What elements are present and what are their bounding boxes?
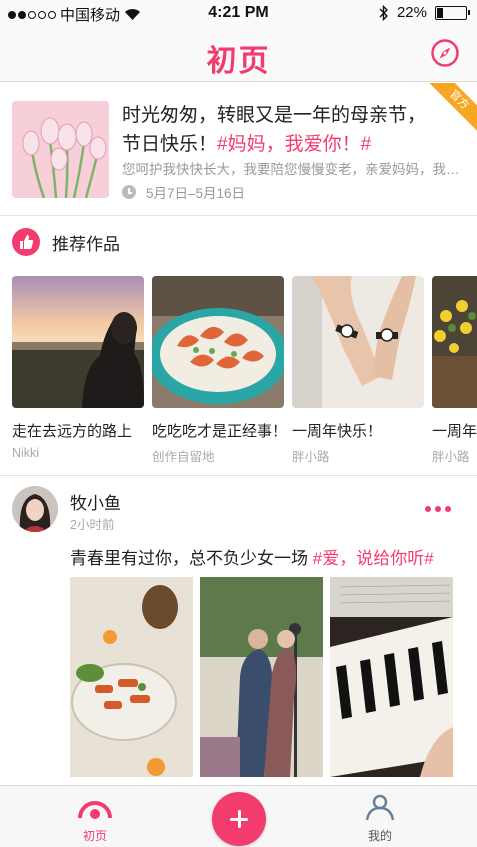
- tab-me-label: 我的: [367, 829, 392, 843]
- tab-home-label: 初页: [82, 829, 107, 843]
- nav-bar: 初页: [0, 26, 477, 82]
- post-time: 2小时前: [70, 518, 115, 532]
- create-button[interactable]: [212, 792, 266, 846]
- tab-home[interactable]: 初页: [55, 794, 135, 844]
- more-options-icon[interactable]: [425, 506, 451, 512]
- bluetooth-icon: [379, 4, 388, 21]
- app-title: 初页: [206, 44, 271, 79]
- home-tab-icon: [78, 801, 112, 819]
- user-icon: [365, 794, 395, 821]
- tab-me[interactable]: 我的: [340, 794, 420, 844]
- avatar[interactable]: [12, 486, 58, 532]
- recommended-item[interactable]: 走在去远方的路上 Nikki: [12, 276, 144, 460]
- recommended-caption: 一周年快乐！: [292, 423, 383, 440]
- battery-icon: [435, 5, 470, 20]
- post-hashtag[interactable]: #爱，说给你听#: [313, 549, 434, 568]
- recommended-author[interactable]: 胖小路: [292, 446, 424, 465]
- post-username[interactable]: 牧小鱼: [70, 489, 121, 514]
- recommended-caption: 走在去远方的路上: [12, 423, 133, 440]
- recommended-author[interactable]: 胖小路: [432, 446, 477, 465]
- featured-date-row: 5月7日–5月16日: [122, 182, 245, 202]
- recommended-list[interactable]: 走在去远方的路上 Nikki 吃吃吃才是正经事！ 创作自留地 一周年快乐！ 胖小…: [12, 276, 477, 466]
- status-right: 22%: [379, 4, 470, 21]
- post-image-grid: [70, 577, 453, 777]
- holding-hands-image: [292, 276, 424, 408]
- featured-description: 您呵护我快快长大，我要陪您慢慢变老，亲爱妈妈，我…: [122, 162, 460, 177]
- post-image[interactable]: [200, 577, 323, 777]
- sunset-image: [12, 276, 144, 408]
- recommended-caption: 吃吃吃才是正经事！: [152, 423, 288, 440]
- post-text-plain: 青春里有过你，总不负少女一场: [70, 549, 313, 568]
- recommended-author[interactable]: Nikki: [12, 446, 144, 460]
- flowers-image: [432, 276, 477, 408]
- recommended-item[interactable]: 一周年 胖小路: [432, 276, 477, 465]
- post-image[interactable]: [70, 577, 193, 777]
- battery-percent: 22%: [396, 4, 427, 21]
- recommended-title: 推荐作品: [52, 234, 120, 254]
- compass-icon[interactable]: [430, 38, 460, 68]
- featured-event-card[interactable]: 时光匆匆，转眼又是一年的母亲节， 节日快乐！#妈妈，我爱你！# 您呵护我快快长大…: [0, 83, 477, 216]
- featured-hashtag[interactable]: #妈妈，我爱你！#: [217, 134, 371, 155]
- tulip-image: [12, 101, 109, 198]
- featured-title-line2: 节日快乐！#妈妈，我爱你！#: [122, 130, 462, 159]
- recommended-author[interactable]: 创作自留地: [152, 446, 284, 465]
- recommended-item[interactable]: 吃吃吃才是正经事！ 创作自留地: [152, 276, 288, 465]
- shrimp-dish-image: [152, 276, 284, 408]
- thumbs-up-icon: [12, 228, 40, 256]
- clock-icon: [122, 185, 136, 199]
- featured-title-line1: 时光匆匆，转眼又是一年的母亲节，: [122, 105, 427, 126]
- recommended-caption: 一周年: [432, 423, 477, 440]
- featured-title: 时光匆匆，转眼又是一年的母亲节， 节日快乐！#妈妈，我爱你！#: [122, 101, 462, 159]
- post-image[interactable]: [330, 577, 453, 777]
- featured-date-range: 5月7日–5月16日: [146, 186, 246, 201]
- recommended-header: 推荐作品: [12, 228, 120, 256]
- recommended-item[interactable]: 一周年快乐！ 胖小路: [292, 276, 424, 465]
- post-text: 青春里有过你，总不负少女一场 #爱，说给你听#: [70, 544, 434, 569]
- featured-title-text: 节日快乐！: [122, 134, 218, 155]
- section-divider: [0, 475, 477, 476]
- status-bar: 中国移动 4:21 PM 22%: [0, 0, 477, 26]
